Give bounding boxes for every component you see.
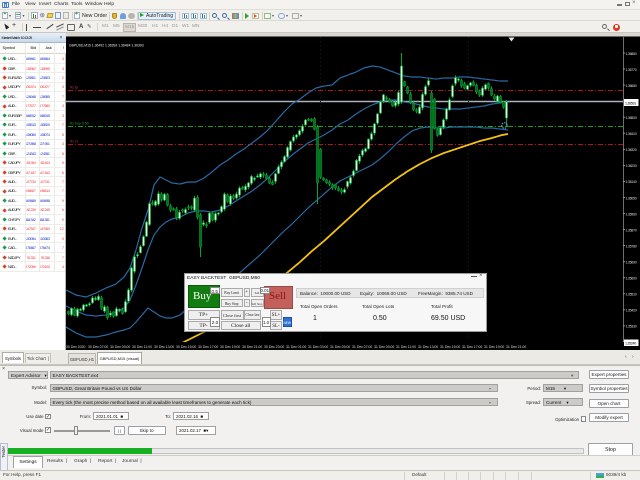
svg-text:30 Dec 19:00: 30 Dec 19:00 — [220, 345, 240, 349]
svg-text:1.36230: 1.36230 — [626, 164, 637, 168]
svg-text:GBPUSD,M15 1.36492 1.36393 1.: GBPUSD,M15 1.36492 1.36393 1.36484 1.363… — [69, 44, 144, 48]
svg-text:31 Dec 15:00: 31 Dec 15:00 — [440, 345, 460, 349]
svg-text:30 Dec 09:00: 30 Dec 09:00 — [110, 345, 130, 349]
svg-text:31 Dec 03:00: 31 Dec 03:00 — [308, 345, 328, 349]
svg-text:30 Dec 17:00: 30 Dec 17:00 — [198, 345, 218, 349]
svg-text:30 Dec 07:00: 30 Dec 07:00 — [88, 345, 108, 349]
svg-text:1.36140: 1.36140 — [626, 180, 637, 184]
svg-text:1.35510: 1.35510 — [626, 293, 637, 297]
svg-text:30 Dec 23:00: 30 Dec 23:00 — [264, 345, 284, 349]
svg-text:31 Dec 01:00: 31 Dec 01:00 — [286, 345, 306, 349]
svg-text:#1 sl: #1 sl — [70, 140, 78, 144]
svg-text:1.36591: 1.36591 — [625, 101, 636, 105]
svg-text:30 Dec 11:00: 30 Dec 11:00 — [132, 345, 152, 349]
svg-text:1.36770: 1.36770 — [626, 68, 637, 72]
svg-text:1.35870: 1.35870 — [626, 228, 637, 232]
svg-text:31 Dec 11:00: 31 Dec 11:00 — [396, 345, 416, 349]
svg-text:1.35960: 1.35960 — [626, 212, 637, 216]
svg-text:#1 tp: #1 tp — [70, 86, 78, 90]
svg-text:31 Dec 19:00: 31 Dec 19:00 — [484, 345, 504, 349]
svg-text:1.35690: 1.35690 — [626, 261, 637, 265]
svg-text:1.36500: 1.36500 — [626, 116, 637, 120]
svg-text:#1 buy 0.50: #1 buy 0.50 — [70, 122, 89, 126]
svg-text:30 Dec 2020: 30 Dec 2020 — [66, 345, 85, 349]
svg-text:30 Dec 13:00: 30 Dec 13:00 — [154, 345, 174, 349]
svg-text:31 Dec 13:00: 31 Dec 13:00 — [418, 345, 438, 349]
svg-text:1.35600: 1.35600 — [626, 277, 637, 281]
svg-text:1.35780: 1.35780 — [626, 244, 637, 248]
svg-text:1.36410: 1.36410 — [626, 132, 637, 136]
svg-text:31 Dec 07:00: 31 Dec 07:00 — [352, 345, 372, 349]
svg-text:1.35330: 1.35330 — [626, 325, 637, 329]
svg-text:1.35420: 1.35420 — [626, 309, 637, 313]
svg-text:30 Dec 15:00: 30 Dec 15:00 — [176, 345, 196, 349]
svg-text:1.35240: 1.35240 — [625, 342, 636, 346]
svg-text:1.36860: 1.36860 — [626, 52, 637, 56]
svg-text:1.36320: 1.36320 — [626, 148, 637, 152]
svg-text:31 Dec 17:00: 31 Dec 17:00 — [462, 345, 482, 349]
svg-text:1.36680: 1.36680 — [626, 84, 637, 88]
svg-text:31 Dec 21:00: 31 Dec 21:00 — [506, 345, 526, 349]
svg-text:31 Dec 05:00: 31 Dec 05:00 — [330, 345, 350, 349]
svg-text:1.36050: 1.36050 — [626, 196, 637, 200]
svg-text:30 Dec 21:00: 30 Dec 21:00 — [242, 345, 262, 349]
svg-text:31 Dec 09:00: 31 Dec 09:00 — [374, 345, 394, 349]
